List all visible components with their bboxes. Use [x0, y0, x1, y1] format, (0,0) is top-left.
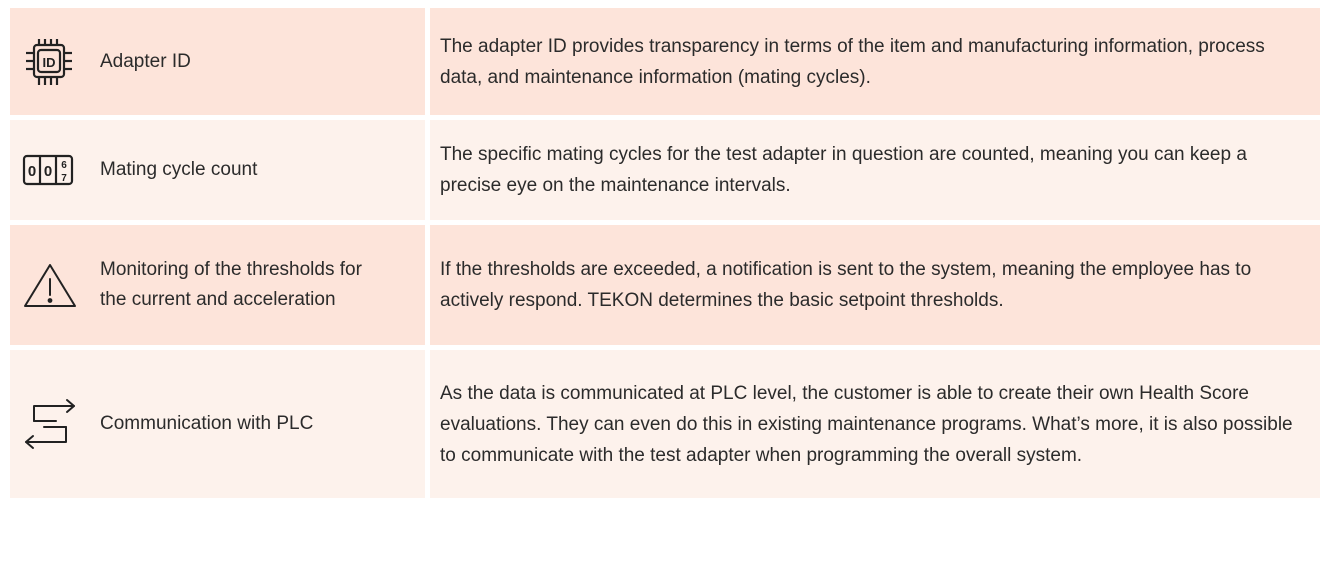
counter-digit: 0: [28, 163, 36, 180]
feature-cell: ID Adapter ID: [10, 8, 425, 115]
warning-triangle-icon: [22, 260, 84, 310]
svg-text:ID: ID: [43, 55, 56, 70]
feature-label: Mating cycle count: [100, 159, 258, 180]
feature-label: Monitoring of the thresholds for the cur…: [100, 259, 362, 310]
description-cell: The specific mating cycles for the test …: [430, 120, 1320, 220]
exchange-arrows-icon: [22, 398, 84, 450]
table-row: Monitoring of the thresholds for the cur…: [10, 225, 1320, 345]
counter-digit: 0: [44, 163, 52, 180]
feature-label: Communication with PLC: [100, 413, 314, 434]
adapter-id-chip-icon: ID: [22, 35, 84, 89]
counter-icon: 0 0 6 7: [22, 153, 84, 187]
description-cell: If the thresholds are exceeded, a notifi…: [430, 225, 1320, 345]
feature-cell: Communication with PLC: [10, 350, 425, 498]
table-row: 0 0 6 7 Mating cycle count The specific …: [10, 120, 1320, 220]
feature-label: Adapter ID: [100, 50, 191, 72]
feature-cell: 0 0 6 7 Mating cycle count: [10, 120, 425, 220]
counter-digit: 7: [61, 173, 67, 184]
counter-digit: 6: [61, 160, 67, 171]
feature-description: If the thresholds are exceeded, a notifi…: [440, 259, 1252, 311]
feature-description: The specific mating cycles for the test …: [440, 144, 1247, 196]
description-cell: The adapter ID provides transparency in …: [430, 8, 1320, 115]
feature-table: ID Adapter ID The adapter ID provides tr…: [10, 8, 1320, 503]
description-cell: As the data is communicated at PLC level…: [430, 350, 1320, 498]
table-row: ID Adapter ID The adapter ID provides tr…: [10, 8, 1320, 115]
feature-cell: Monitoring of the thresholds for the cur…: [10, 225, 425, 345]
feature-description: As the data is communicated at PLC level…: [440, 382, 1293, 466]
feature-description: The adapter ID provides transparency in …: [440, 35, 1265, 88]
table-row: Communication with PLC As the data is co…: [10, 350, 1320, 498]
